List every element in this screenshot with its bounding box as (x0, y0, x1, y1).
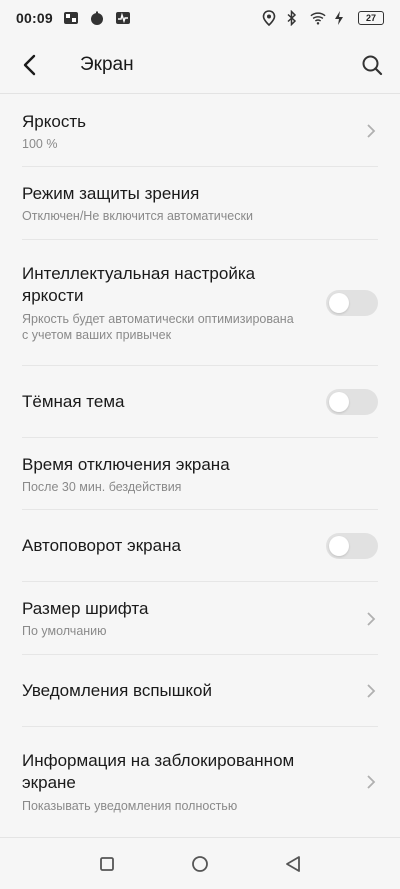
chevron-right-icon (364, 774, 378, 790)
recent-apps-button[interactable] (95, 852, 119, 876)
auto-rotate-toggle[interactable] (326, 533, 378, 559)
setting-title: Уведомления вспышкой (22, 681, 212, 700)
status-right: 27 (262, 10, 384, 26)
activity-app-icon (115, 10, 131, 26)
setting-auto-rotate[interactable]: Автоповорот экрана (0, 510, 400, 582)
navigation-bar (0, 837, 400, 889)
setting-title: Время отключения экрана (22, 454, 230, 474)
setting-dark-theme[interactable]: Тёмная тема (0, 366, 400, 438)
setting-texts: Интеллектуальная настройка яркости Яркос… (22, 263, 316, 343)
charging-icon (334, 10, 350, 26)
setting-lock-screen-info[interactable]: Информация на заблокированном экране Пок… (0, 727, 400, 837)
status-time: 00:09 (16, 10, 53, 26)
setting-texts: Уведомления вспышкой (22, 680, 354, 702)
dark-theme-toggle[interactable] (326, 389, 378, 415)
setting-title: Тёмная тема (22, 392, 125, 411)
setting-subtitle: По умолчанию (22, 624, 107, 638)
setting-texts: Размер шрифта По умолчанию (22, 598, 354, 639)
setting-font-size[interactable]: Размер шрифта По умолчанию (0, 582, 400, 655)
square-icon (99, 856, 114, 871)
setting-title: Автоповорот экрана (22, 536, 181, 555)
setting-subtitle: Яркость будет автоматически оптимизирова… (22, 312, 294, 342)
setting-subtitle: 100 % (22, 136, 58, 151)
setting-smart-brightness[interactable]: Интеллектуальная настройка яркости Яркос… (0, 240, 400, 366)
smart-brightness-toggle[interactable] (326, 290, 378, 316)
setting-texts: Информация на заблокированном экране Пок… (22, 750, 354, 814)
battery-indicator: 27 (358, 11, 384, 25)
setting-brightness[interactable]: Яркость 100 % (0, 95, 400, 167)
page-title: Экран (80, 53, 134, 75)
bluetooth-icon (286, 10, 302, 26)
setting-screen-timeout[interactable]: Время отключения экрана После 30 мин. бе… (0, 438, 400, 510)
setting-title: Яркость (22, 111, 86, 131)
chevron-right-icon (364, 683, 378, 699)
location-icon (262, 10, 278, 26)
setting-title: Интеллектуальная настройка яркости (22, 264, 256, 305)
setting-subtitle: Показывать уведомления полностью (22, 799, 238, 813)
setting-title: Режим защиты зрения (22, 184, 200, 203)
status-left: 00:09 (16, 10, 131, 26)
toggle-knob (329, 293, 349, 313)
setting-title: Информация на заблокированном экране (22, 751, 295, 792)
tomato-app-icon (89, 10, 105, 26)
chevron-right-icon (364, 123, 378, 139)
search-icon (362, 55, 383, 75)
status-bar: 00:09 27 (0, 0, 400, 36)
chevron-right-icon (364, 611, 378, 627)
home-button[interactable] (188, 852, 212, 876)
setting-eye-protection[interactable]: Режим защиты зрения Отключен/Не включитс… (0, 167, 400, 240)
setting-subtitle: После 30 мин. бездействия (22, 479, 182, 494)
back-nav-button[interactable] (281, 852, 305, 876)
setting-texts: Тёмная тема (22, 391, 316, 413)
setting-texts: Автоповорот экрана (22, 535, 316, 557)
gallery-app-icon (63, 10, 79, 26)
setting-texts: Время отключения экрана После 30 мин. бе… (22, 454, 378, 495)
back-arrow-icon (23, 54, 36, 75)
app-bar: Экран (0, 36, 400, 94)
toggle-knob (329, 536, 349, 556)
setting-texts: Яркость 100 % (22, 111, 354, 152)
setting-title: Размер шрифта (22, 599, 149, 618)
setting-texts: Режим защиты зрения Отключен/Не включитс… (22, 183, 378, 224)
setting-flash-notifications[interactable]: Уведомления вспышкой (0, 655, 400, 727)
setting-subtitle: Отключен/Не включится автоматически (22, 209, 253, 223)
toggle-knob (329, 392, 349, 412)
triangle-back-icon (286, 855, 301, 872)
circle-icon (192, 855, 208, 872)
back-button[interactable] (0, 36, 60, 94)
wifi-icon (310, 10, 326, 26)
settings-list: Яркость 100 % Режим защиты зрения Отключ… (0, 95, 400, 837)
search-button[interactable] (344, 36, 400, 94)
